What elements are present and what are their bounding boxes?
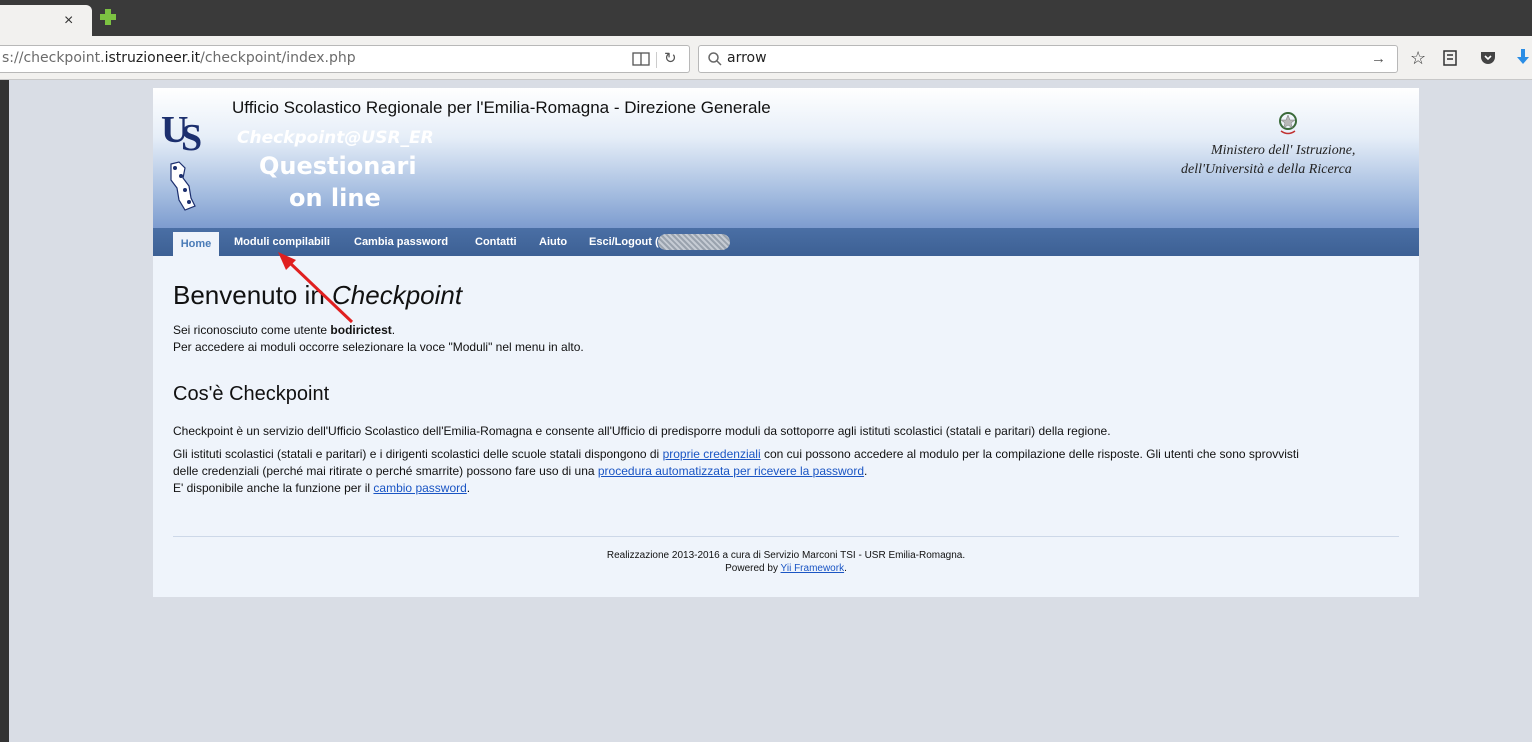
- address-bar[interactable]: s://checkpoint.istruzioneer.it/checkpoin…: [0, 45, 690, 73]
- reader-view-icon[interactable]: [632, 51, 650, 67]
- download-icon[interactable]: [1516, 48, 1530, 66]
- app-title: Checkpoint@USR_ER: [237, 128, 434, 148]
- nav-aiuto[interactable]: Aiuto: [539, 236, 567, 248]
- page-title: Benvenuto in Checkpoint: [173, 280, 463, 310]
- app-subtitle-line1: Questionari: [259, 152, 417, 180]
- nav-cambia-password[interactable]: Cambia password: [354, 236, 448, 248]
- nav-home[interactable]: Home: [173, 232, 219, 256]
- reload-icon[interactable]: ↻: [664, 49, 677, 67]
- change-password-link[interactable]: cambio password: [373, 481, 466, 495]
- page-container: U S Ufficio Scolastico Regionale per l'E…: [153, 88, 1419, 597]
- recovery-paragraph: delle credenziali (perché mai ritirate o…: [173, 464, 868, 478]
- site-header: U S Ufficio Scolastico Regionale per l'E…: [153, 88, 1419, 228]
- app-subtitle-line2: on line: [289, 184, 381, 212]
- main-menu: Home Moduli compilabili Cambia password …: [153, 228, 1419, 256]
- page-footer: Realizzazione 2013-2016 a cura di Serviz…: [153, 549, 1419, 575]
- user-info-text: Sei riconosciuto come utente bodirictest…: [173, 323, 396, 337]
- republic-emblem-icon: [1279, 112, 1297, 135]
- divider: [656, 52, 657, 68]
- search-input[interactable]: arrow: [727, 50, 767, 66]
- svg-text:S: S: [181, 117, 202, 159]
- close-tab-icon[interactable]: ×: [64, 11, 73, 31]
- browser-tab[interactable]: ×: [0, 5, 92, 36]
- search-bar[interactable]: arrow →: [698, 45, 1398, 73]
- change-password-paragraph: E' disponibile anche la funzione per il …: [173, 481, 471, 495]
- credentials-paragraph: Gli istituti scolastici (statali e parit…: [173, 447, 1299, 461]
- footer-powered-by: Powered by Yii Framework.: [725, 563, 847, 574]
- redacted-username: [658, 234, 730, 250]
- username: bodirictest: [330, 323, 392, 337]
- usr-logo: U S: [161, 109, 202, 211]
- credentials-link[interactable]: proprie credenziali: [663, 447, 761, 461]
- tab-bar: ×: [0, 0, 1532, 36]
- nav-contatti[interactable]: Contatti: [475, 236, 517, 248]
- reading-list-icon[interactable]: [1442, 50, 1458, 66]
- browser-toolbar: s://checkpoint.istruzioneer.it/checkpoin…: [0, 36, 1532, 80]
- new-tab-icon[interactable]: [98, 7, 118, 27]
- org-title: Ufficio Scolastico Regionale per l'Emili…: [232, 98, 771, 117]
- yii-framework-link[interactable]: Yii Framework: [781, 563, 845, 574]
- ministry-name-line1: Ministero dell' Istruzione,: [1211, 143, 1356, 158]
- window-edge: [0, 80, 9, 742]
- footer-credits: Realizzazione 2013-2016 a cura di Serviz…: [606, 550, 966, 561]
- go-arrow-icon[interactable]: →: [1371, 50, 1386, 67]
- ministry-name-line2: dell'Università e della Ricerca: [1181, 162, 1352, 177]
- password-recovery-link[interactable]: procedura automatizzata per ricevere la …: [598, 464, 864, 478]
- nav-logout[interactable]: Esci/Logout (: [589, 236, 659, 248]
- section-title: Cos'è Checkpoint: [173, 383, 330, 405]
- bookmark-star-icon[interactable]: ☆: [1410, 47, 1426, 69]
- description-paragraph: Checkpoint è un servizio dell'Ufficio Sc…: [173, 424, 1111, 438]
- footer-divider: [173, 536, 1399, 537]
- pocket-icon[interactable]: [1480, 51, 1496, 65]
- search-icon: [708, 52, 722, 66]
- instructions-text: Per accedere ai moduli occorre seleziona…: [173, 340, 584, 354]
- nav-moduli-compilabili[interactable]: Moduli compilabili: [234, 236, 330, 248]
- url-text[interactable]: s://checkpoint.istruzioneer.it/checkpoin…: [2, 50, 356, 66]
